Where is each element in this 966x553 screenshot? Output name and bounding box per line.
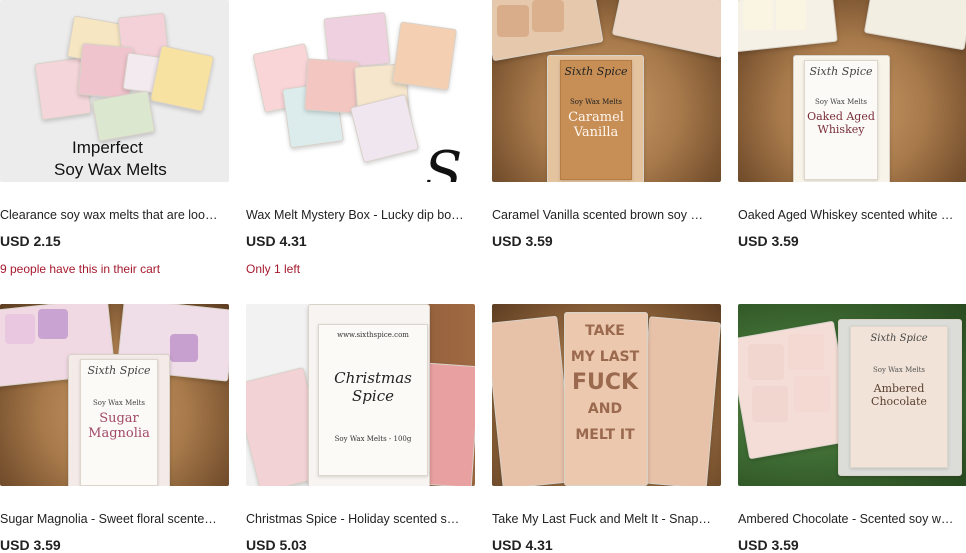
bar-text-line1: TAKE (585, 323, 625, 339)
product-price: USD 3.59 (0, 537, 61, 553)
product-price: USD 4.31 (246, 233, 307, 249)
label-brand: Sixth Spice (870, 333, 928, 344)
label-scent-line1: Sugar (99, 411, 139, 426)
product-price: USD 3.59 (738, 537, 799, 553)
label-scent-line2: Whiskey (817, 123, 865, 136)
label-scent-line1: Ambered (873, 382, 925, 395)
label-brand: Sixth Spice (87, 364, 151, 377)
label-scent-line2: Magnolia (88, 426, 150, 441)
brand-mark-icon: S (424, 140, 463, 182)
product-image[interactable]: Sixth Spice Soy Wax Melts Sugar Magnolia (0, 304, 229, 486)
product-image[interactable]: Sixth Spice Soy Wax Melts Caramel Vanill… (492, 0, 721, 182)
product-price: USD 3.59 (492, 233, 553, 249)
product-title[interactable]: Wax Melt Mystery Box - Lucky dip box fi.… (246, 207, 466, 223)
product-price: USD 2.15 (0, 233, 61, 249)
product-image[interactable]: Sixth Spice Soy Wax Melts Oaked Aged Whi… (738, 0, 966, 182)
product-title[interactable]: Oaked Aged Whiskey scented white so... (738, 207, 958, 223)
label-brand: Sixth Spice (809, 65, 873, 78)
product-title[interactable]: Clearance soy wax melts that are looki..… (0, 207, 220, 223)
product-title[interactable]: Christmas Spice - Holiday scented soy ..… (246, 511, 466, 527)
label-brand: Sixth Spice (564, 65, 628, 78)
bar-text-line2: MY LAST (570, 349, 640, 365)
label-url: www.sixthspice.com (337, 331, 409, 339)
product-image[interactable]: Sixth Spice Soy Wax Melts Ambered Chocol… (738, 304, 966, 486)
product-image[interactable]: Imperfect Soy Wax Melts (0, 0, 229, 182)
label-scent-line2: Chocolate (871, 395, 927, 408)
label-subtitle: Soy Wax Melts (569, 98, 623, 106)
label-subtitle: Soy Wax Melts (92, 399, 146, 407)
label-scent-line2: Vanilla (573, 125, 619, 140)
product-image[interactable]: S (246, 0, 475, 182)
label-subtitle: Soy Wax Melts - 100g (334, 435, 412, 443)
product-card[interactable]: TAKE MY LAST FUCK AND MELT IT Take My La… (492, 304, 722, 553)
bar-text-line3: FUCK (571, 370, 639, 395)
product-card[interactable]: Sixth Spice Soy Wax Melts Ambered Chocol… (738, 304, 966, 553)
product-price: USD 3.59 (738, 233, 799, 249)
label-scent-line1: Caramel (568, 110, 624, 125)
product-image[interactable]: www.sixthspice.com Christmas Spice Soy W… (246, 304, 475, 486)
product-price: USD 5.03 (246, 537, 307, 553)
label-scent-line2: Spice (352, 387, 394, 405)
product-card[interactable]: Sixth Spice Soy Wax Melts Sugar Magnolia… (0, 304, 230, 553)
stock-note: Only 1 left (246, 262, 301, 276)
product-title[interactable]: Take My Last Fuck and Melt It - Snap ba.… (492, 511, 712, 527)
cart-count-note: 9 people have this in their cart (0, 262, 161, 276)
product-card[interactable]: www.sixthspice.com Christmas Spice Soy W… (246, 304, 476, 553)
bar-text-line5: MELT IT (575, 427, 635, 443)
product-price: USD 4.31 (492, 537, 553, 553)
product-card[interactable]: Imperfect Soy Wax Melts Clearance soy wa… (0, 0, 230, 276)
label-subtitle: Soy Wax Melts (872, 366, 926, 374)
label-subtitle: Soy Wax Melts (814, 98, 868, 106)
image-caption-line1: Imperfect (72, 138, 143, 157)
product-title[interactable]: Caramel Vanilla scented brown soy wa... (492, 207, 712, 223)
product-card[interactable]: Sixth Spice Soy Wax Melts Oaked Aged Whi… (738, 0, 966, 249)
product-card[interactable]: Sixth Spice Soy Wax Melts Caramel Vanill… (492, 0, 722, 249)
product-image[interactable]: TAKE MY LAST FUCK AND MELT IT (492, 304, 721, 486)
product-card[interactable]: S Wax Melt Mystery Box - Lucky dip box f… (246, 0, 476, 276)
product-title[interactable]: Sugar Magnolia - Sweet floral scented ..… (0, 511, 220, 527)
product-title[interactable]: Ambered Chocolate - Scented soy wax ... (738, 511, 958, 527)
label-scent-line1: Oaked Aged (807, 110, 875, 123)
image-caption-line2: Soy Wax Melts (54, 160, 167, 179)
label-scent-line1: Christmas (334, 369, 412, 387)
bar-text-line4: AND (587, 401, 623, 417)
